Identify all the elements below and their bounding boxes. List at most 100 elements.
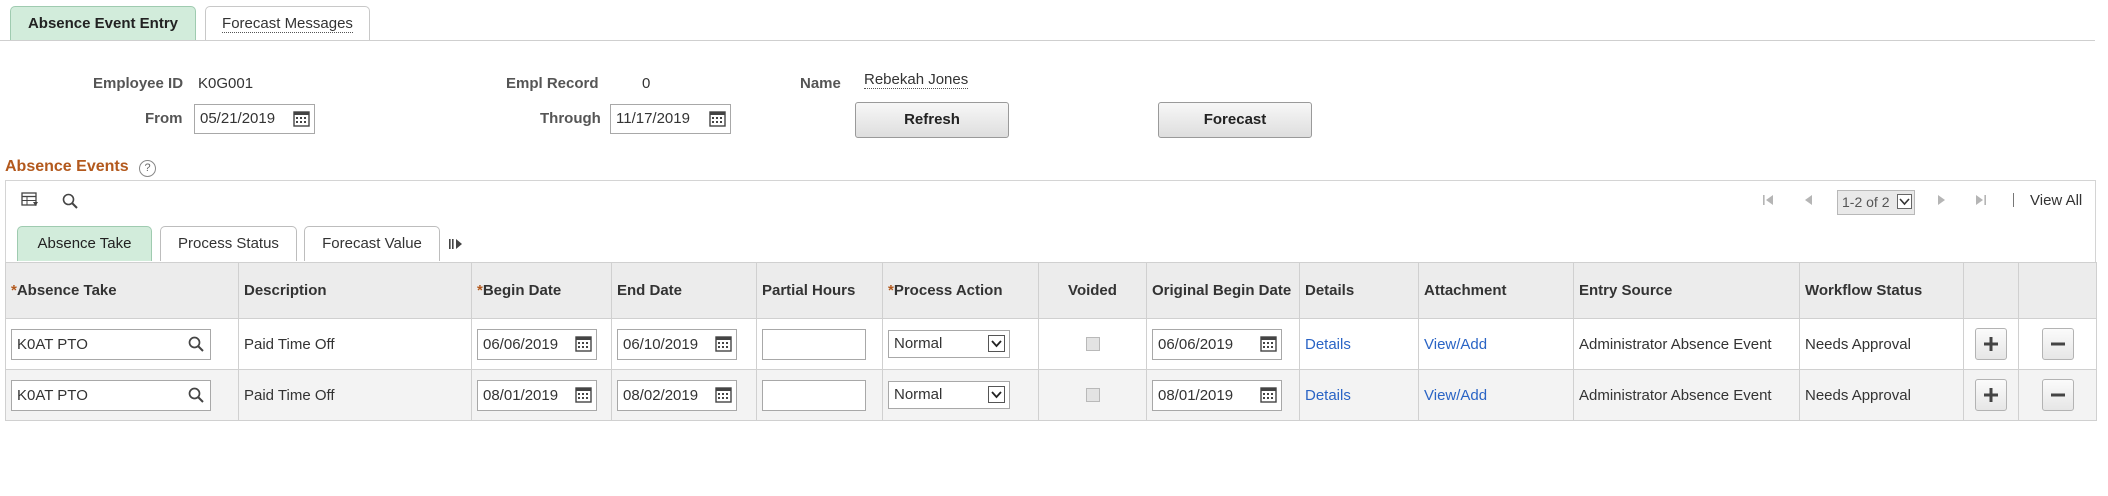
tab-absence-event-entry[interactable]: Absence Event Entry: [10, 6, 196, 40]
workflow-status-cell: Needs Approval: [1799, 369, 1964, 421]
column-header[interactable]: *Begin Date: [471, 262, 612, 319]
help-icon[interactable]: ?: [139, 160, 156, 177]
calendar-icon[interactable]: [709, 110, 726, 127]
end-date-input[interactable]: 06/10/2019: [617, 328, 737, 360]
column-header[interactable]: Original Begin Date: [1146, 262, 1300, 319]
calendar-icon[interactable]: [575, 335, 592, 352]
column-header[interactable]: Details: [1299, 262, 1419, 319]
tab-divider: [0, 40, 2095, 41]
absence-events-grid: *Absence Take Description *Begin Date En…: [5, 262, 2097, 421]
end-date-value: 08/02/2019: [623, 386, 699, 404]
name-value[interactable]: Rebekah Jones: [864, 71, 969, 89]
view-add-link[interactable]: View/Add: [1424, 387, 1487, 404]
page-range-value: 1-2 of 2: [1842, 194, 1890, 210]
column-header-delete: [2018, 262, 2097, 319]
delete-row-button[interactable]: [2041, 379, 2074, 411]
tab-process-status[interactable]: Process Status: [160, 226, 297, 261]
partial-hours-input[interactable]: [762, 379, 866, 411]
column-header-label: Absence Take: [16, 282, 117, 299]
personalize-grid-icon[interactable]: [21, 192, 39, 208]
chevron-down-icon: [988, 335, 1005, 352]
through-label: Through: [540, 110, 601, 127]
find-icon[interactable]: [62, 193, 78, 209]
view-all-link[interactable]: View All: [2030, 192, 2082, 209]
tab-forecast-messages[interactable]: Forecast Messages: [205, 6, 370, 40]
details-link[interactable]: Details: [1305, 336, 1351, 353]
from-date-value: 05/21/2019: [200, 110, 276, 127]
voided-checkbox[interactable]: [1085, 388, 1100, 402]
minus-icon: [2050, 342, 2065, 346]
calendar-icon[interactable]: [1260, 335, 1277, 352]
forecast-button[interactable]: Forecast: [1158, 102, 1312, 138]
previous-page-icon[interactable]: [1803, 194, 1813, 206]
calendar-icon[interactable]: [715, 335, 732, 352]
show-all-columns-icon[interactable]: [448, 237, 464, 251]
add-row-button[interactable]: [1975, 379, 2007, 411]
through-date-value: 11/17/2019: [616, 110, 690, 127]
column-header[interactable]: Entry Source: [1573, 262, 1800, 319]
partial-hours-input[interactable]: [762, 328, 866, 360]
page-range-select[interactable]: 1-2 of 2: [1837, 190, 1915, 215]
add-row-button[interactable]: [1975, 328, 2007, 360]
column-header[interactable]: Attachment: [1418, 262, 1574, 319]
plus-icon: [1984, 337, 1998, 351]
search-icon[interactable]: [188, 336, 204, 352]
minus-icon: [2050, 393, 2065, 397]
column-header[interactable]: Partial Hours: [756, 262, 883, 319]
end-date-value: 06/10/2019: [623, 335, 699, 353]
original-begin-date-input[interactable]: 06/06/2019: [1152, 328, 1282, 360]
original-begin-date-input[interactable]: 08/01/2019: [1152, 379, 1282, 411]
begin-date-input[interactable]: 08/01/2019: [477, 379, 597, 411]
tab-forecast-value[interactable]: Forecast Value: [304, 226, 440, 261]
employee-id-value: K0G001: [198, 75, 254, 92]
details-link[interactable]: Details: [1305, 387, 1351, 404]
column-header-label: Voided: [1068, 282, 1117, 299]
from-label: From: [145, 110, 183, 127]
from-date-field[interactable]: 05/21/2019: [194, 104, 315, 134]
delete-row-button[interactable]: [2041, 328, 2074, 360]
search-icon[interactable]: [188, 387, 204, 403]
end-date-input[interactable]: 08/02/2019: [617, 379, 737, 411]
empl-record-label: Empl Record: [506, 75, 599, 92]
refresh-button[interactable]: Refresh: [855, 102, 1009, 138]
last-page-icon[interactable]: [1975, 194, 1987, 206]
column-header[interactable]: Description: [238, 262, 472, 319]
column-header-label: Description: [244, 282, 327, 299]
description-cell: Paid Time Off: [238, 369, 472, 421]
grid-header-row: *Absence Take Description *Begin Date En…: [5, 262, 2097, 319]
calendar-icon[interactable]: [293, 110, 310, 127]
begin-date-value: 06/06/2019: [483, 335, 559, 353]
process-action-select[interactable]: Normal: [888, 381, 1010, 409]
absence-take-input[interactable]: K0AT PTO: [11, 328, 211, 360]
column-header[interactable]: *Process Action: [882, 262, 1039, 319]
calendar-icon[interactable]: [1260, 386, 1277, 403]
first-page-icon[interactable]: [1762, 194, 1774, 206]
column-header[interactable]: Voided: [1038, 262, 1147, 319]
calendar-icon[interactable]: [715, 386, 732, 403]
pager-divider: [2013, 193, 2014, 207]
column-header[interactable]: End Date: [611, 262, 757, 319]
description-cell: Paid Time Off: [238, 318, 472, 370]
voided-checkbox[interactable]: [1085, 337, 1100, 351]
column-header[interactable]: *Absence Take: [5, 262, 239, 319]
column-header-label: Attachment: [1424, 282, 1507, 299]
entry-source-cell: Administrator Absence Event: [1573, 369, 1800, 421]
process-action-value: Normal: [894, 335, 943, 352]
through-date-field[interactable]: 11/17/2019: [610, 104, 731, 134]
column-header[interactable]: Workflow Status: [1799, 262, 1964, 319]
process-action-select[interactable]: Normal: [888, 330, 1010, 358]
absence-take-input[interactable]: K0AT PTO: [11, 379, 211, 411]
column-header-label: Begin Date: [482, 282, 562, 299]
begin-date-input[interactable]: 06/06/2019: [477, 328, 597, 360]
column-header-add: [1963, 262, 2019, 319]
tab-absence-take[interactable]: Absence Take: [17, 226, 152, 261]
begin-date-value: 08/01/2019: [483, 386, 559, 404]
original-begin-date-value: 08/01/2019: [1158, 386, 1234, 404]
view-add-link[interactable]: View/Add: [1424, 336, 1487, 353]
next-page-icon[interactable]: [1937, 194, 1947, 206]
tab-label: Forecast Messages: [222, 15, 353, 33]
column-header-label: Entry Source: [1579, 282, 1673, 299]
plus-icon: [1984, 388, 1998, 402]
calendar-icon[interactable]: [575, 386, 592, 403]
column-header-label: Workflow Status: [1805, 282, 1923, 299]
